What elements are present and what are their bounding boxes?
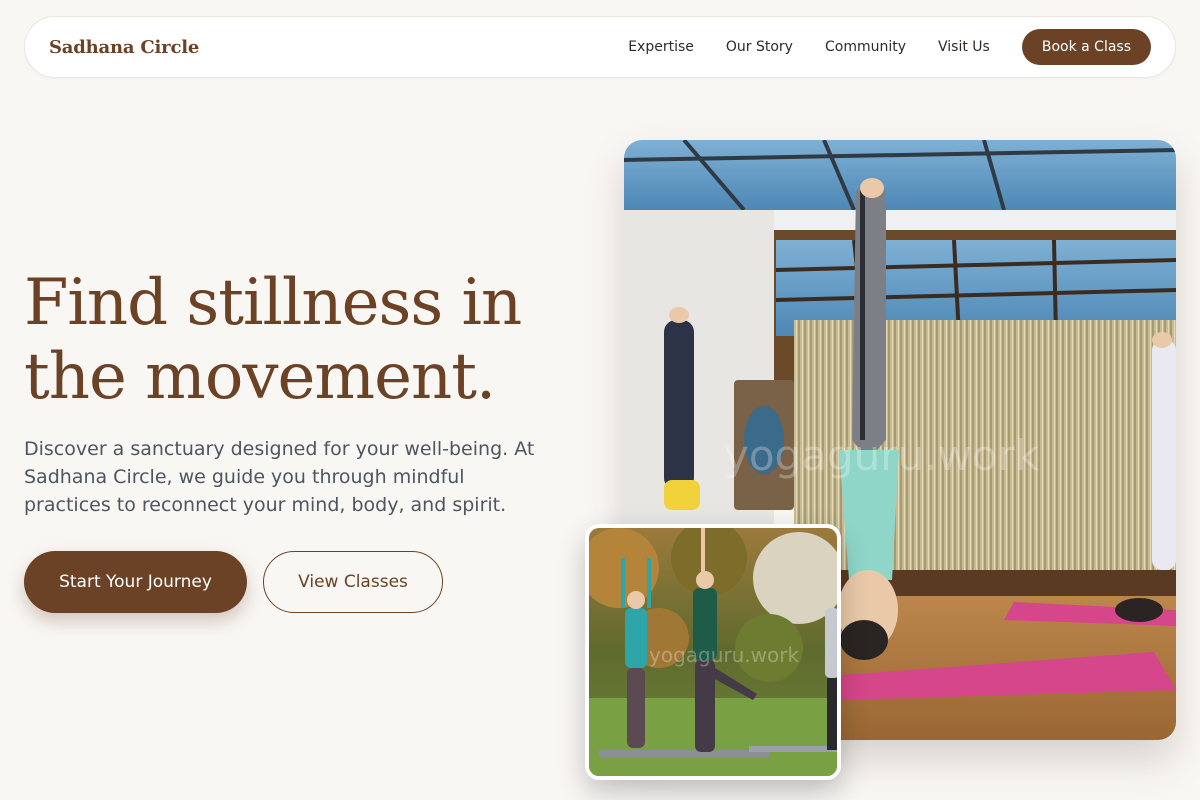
- book-class-button[interactable]: Book a Class: [1021, 29, 1151, 65]
- secondary-image-watermark: yogaguru.work: [649, 643, 799, 667]
- view-classes-button[interactable]: View Classes: [263, 551, 443, 613]
- nav-link-expertise[interactable]: Expertise: [628, 39, 694, 55]
- hero-headline: Find stillness in the movement.: [24, 266, 522, 414]
- nav-link-visit-us[interactable]: Visit Us: [938, 39, 990, 55]
- top-navbar: Sadhana Circle Expertise Our Story Commu…: [24, 16, 1176, 78]
- hero-secondary-image: yogaguru.work: [585, 524, 841, 780]
- main-image-watermark: yogaguru.work: [724, 431, 1040, 480]
- hero-subtext: Discover a sanctuary designed for your w…: [24, 438, 535, 516]
- nav-link-our-story[interactable]: Our Story: [726, 39, 793, 55]
- nav-link-community[interactable]: Community: [825, 39, 906, 55]
- brand-logo[interactable]: Sadhana Circle: [49, 37, 199, 58]
- nav-links: Expertise Our Story Community Visit Us B…: [628, 29, 1151, 65]
- start-journey-button[interactable]: Start Your Journey: [24, 551, 247, 613]
